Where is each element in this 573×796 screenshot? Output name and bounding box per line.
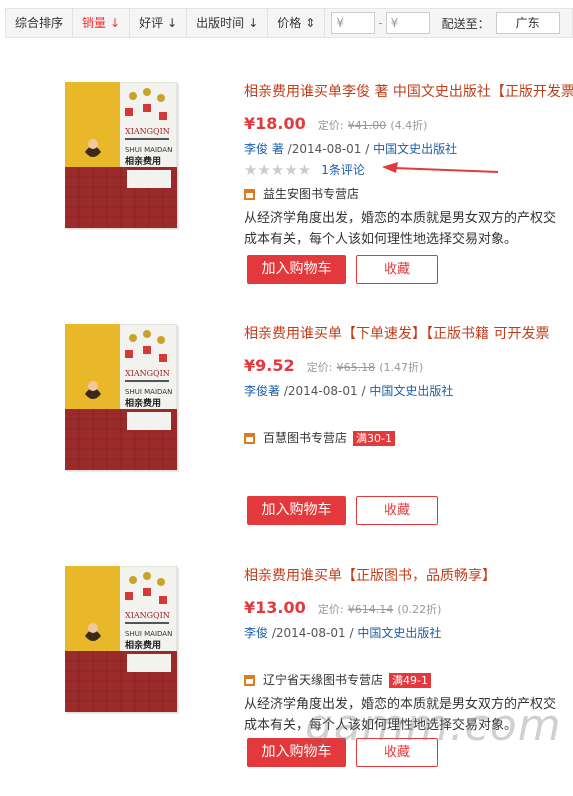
price-row: ¥18.00 定价: ¥41.00 (4.4折) bbox=[244, 112, 573, 136]
price-min-input[interactable]: ¥ bbox=[331, 12, 376, 34]
sort-updown-icon: ⇕ bbox=[305, 16, 316, 30]
sort-price-label: 价格 bbox=[277, 16, 302, 30]
star-rating-icon: ★★★★★ bbox=[244, 161, 312, 179]
promo-badge: 满30-1 bbox=[353, 430, 395, 446]
ship-to-value: 广东 bbox=[515, 16, 540, 30]
product-title-text: 相亲费用谁买单李俊 著 中国文史出版社【正版开发票 bbox=[244, 84, 573, 100]
sort-publish-date-label: 出版时间 bbox=[196, 16, 245, 30]
annotation-arrow-icon bbox=[382, 162, 499, 173]
discount: (1.47折) bbox=[379, 361, 424, 374]
book-cover-svg: SHUI MAIDAN 相亲费用 bbox=[65, 566, 185, 716]
price-range-dash: - bbox=[378, 16, 383, 30]
add-to-cart-button[interactable]: 加入购物车 bbox=[247, 496, 346, 525]
arrow-down-icon: ↓ bbox=[167, 16, 178, 30]
sort-default-label: 综合排序 bbox=[15, 16, 64, 30]
watermark-text: gamm.com bbox=[305, 700, 562, 751]
book-meta: 李俊著 /2014-08-01 / 中国文史出版社 bbox=[244, 382, 573, 400]
product-card: SHUI MAIDAN 相亲费用 相亲费用谁买单李俊 著 中国文史出版社【正版开… bbox=[0, 82, 573, 312]
sort-rating-label: 好评 bbox=[139, 16, 164, 30]
book-cover-image[interactable]: SHUI MAIDAN 相亲费用 bbox=[65, 566, 185, 716]
favorite-button[interactable]: 收藏 bbox=[356, 496, 438, 525]
price: ¥9.52 bbox=[244, 356, 295, 375]
product-title-text: 相亲费用谁买单【正版图书，品质畅享】 bbox=[244, 568, 496, 584]
price: ¥13.00 bbox=[244, 598, 306, 617]
cover-title: 相亲费用 bbox=[125, 639, 161, 651]
book-cover-svg: SHUI MAIDAN 相亲费用 bbox=[65, 82, 185, 232]
book-cover-image[interactable]: SHUI MAIDAN 相亲费用 bbox=[65, 82, 185, 232]
price-row: ¥13.00 定价: ¥614.14 (0.22折) bbox=[244, 596, 573, 620]
store-name-link[interactable]: 百慧图书专营店 bbox=[263, 428, 347, 448]
product-title[interactable]: 相亲费用谁买单李俊 著 中国文史出版社【正版开发票 bbox=[244, 82, 573, 102]
ship-to-select[interactable]: 广东 bbox=[495, 12, 560, 34]
product-card: SHUI MAIDAN 相亲费用 相亲费用谁买单【正版图书，品质畅享】 ¥13.… bbox=[0, 566, 573, 796]
store-icon bbox=[244, 674, 255, 686]
list-price-label: 定价: bbox=[317, 119, 344, 132]
promo-badge: 满49-1 bbox=[389, 672, 431, 688]
store-row: 百慧图书专营店 满30-1 bbox=[244, 428, 573, 448]
book-meta: 李俊 /2014-08-01 / 中国文史出版社 bbox=[244, 624, 573, 642]
store-name-link[interactable]: 益生安图书专营店 bbox=[263, 184, 359, 204]
add-to-cart-button[interactable]: 加入购物车 bbox=[247, 255, 346, 284]
sort-publish-date[interactable]: 出版时间 ↓ bbox=[187, 9, 269, 37]
sort-bar: 综合排序 销量 ↓ 好评 ↓ 出版时间 ↓ 价格 ⇕ ¥ - ¥ 配送至： 广东 bbox=[5, 8, 573, 38]
ship-to-label: 配送至： bbox=[441, 16, 490, 31]
price: ¥18.00 bbox=[244, 114, 306, 133]
cover-pinyin: SHUI MAIDAN bbox=[125, 630, 172, 638]
product-title[interactable]: 相亲费用谁买单【正版图书，品质畅享】 bbox=[244, 566, 573, 586]
book-meta: 李俊 著 /2014-08-01 / 中国文史出版社 bbox=[244, 140, 573, 158]
discount: (0.22折) bbox=[397, 603, 442, 616]
store-icon bbox=[244, 188, 255, 200]
favorite-button[interactable]: 收藏 bbox=[356, 255, 438, 284]
cover-title: 相亲费用 bbox=[125, 155, 161, 167]
sort-sales-label: 销量 bbox=[82, 16, 107, 30]
product-title-text: 相亲费用谁买单【下单速发】【正版书籍 可开发票 bbox=[244, 326, 550, 342]
book-cover-image[interactable]: SHUI MAIDAN 相亲费用 bbox=[65, 324, 185, 474]
book-cover-svg: SHUI MAIDAN 相亲费用 bbox=[65, 324, 185, 474]
sort-price[interactable]: 价格 ⇕ bbox=[268, 9, 326, 37]
store-row: 辽宁省天缘图书专营店 满49-1 bbox=[244, 670, 573, 690]
list-price: ¥65.18 bbox=[336, 361, 376, 374]
price-max-placeholder: ¥ bbox=[390, 16, 399, 30]
description-line: 成本有关，每个人该如何理性地选择交易对象。 bbox=[244, 232, 518, 247]
sort-rating[interactable]: 好评 ↓ bbox=[130, 9, 188, 37]
price-max-input[interactable]: ¥ bbox=[385, 12, 430, 34]
sort-sales[interactable]: 销量 ↓ bbox=[73, 9, 131, 37]
publisher-link[interactable]: 中国文史出版社 bbox=[357, 626, 441, 640]
product-card: SHUI MAIDAN 相亲费用 相亲费用谁买单【下单速发】【正版书籍 可开发票… bbox=[0, 324, 573, 554]
product-title[interactable]: 相亲费用谁买单【下单速发】【正版书籍 可开发票 bbox=[244, 324, 573, 344]
author-link[interactable]: 李俊 著 bbox=[244, 142, 284, 156]
store-name-link[interactable]: 辽宁省天缘图书专营店 bbox=[263, 670, 383, 690]
price-min-placeholder: ¥ bbox=[336, 16, 344, 30]
product-actions: 加入购物车 收藏 bbox=[247, 255, 438, 284]
product-info: 相亲费用谁买单【下单速发】【正版书籍 可开发票 ¥9.52 定价: ¥65.18… bbox=[244, 324, 573, 448]
publisher-link[interactable]: 中国文史出版社 bbox=[373, 142, 457, 156]
list-price-label: 定价: bbox=[317, 603, 344, 616]
author-link[interactable]: 李俊著 bbox=[244, 384, 280, 398]
product-description: 从经济学角度出发，婚恋的本质就是男女双方的产权交 成本有关，每个人该如何理性地选… bbox=[244, 208, 573, 250]
publish-date: /2014-08-01 / bbox=[287, 142, 370, 156]
review-count-link[interactable]: 1条评论 bbox=[321, 160, 365, 180]
list-price-label: 定价: bbox=[306, 361, 333, 374]
description-line: 从经济学角度出发，婚恋的本质就是男女双方的产权交 bbox=[244, 211, 557, 226]
cover-pinyin: SHUI MAIDAN bbox=[125, 388, 172, 396]
discount: (4.4折) bbox=[390, 119, 428, 132]
store-row: 益生安图书专营店 bbox=[244, 184, 573, 204]
price-row: ¥9.52 定价: ¥65.18 (1.47折) bbox=[244, 354, 573, 378]
store-icon bbox=[244, 432, 255, 444]
cover-pinyin: SHUI MAIDAN bbox=[125, 146, 172, 154]
list-price: ¥614.14 bbox=[347, 603, 394, 616]
arrow-down-icon: ↓ bbox=[110, 16, 121, 30]
publish-date: /2014-08-01 / bbox=[283, 384, 366, 398]
arrow-down-icon: ↓ bbox=[248, 16, 259, 30]
publish-date: /2014-08-01 / bbox=[271, 626, 354, 640]
publisher-link[interactable]: 中国文史出版社 bbox=[369, 384, 453, 398]
list-price: ¥41.00 bbox=[347, 119, 387, 132]
author-link[interactable]: 李俊 bbox=[244, 626, 268, 640]
cover-title: 相亲费用 bbox=[125, 397, 161, 409]
sort-default[interactable]: 综合排序 bbox=[6, 9, 74, 37]
product-actions: 加入购物车 收藏 bbox=[247, 496, 438, 525]
